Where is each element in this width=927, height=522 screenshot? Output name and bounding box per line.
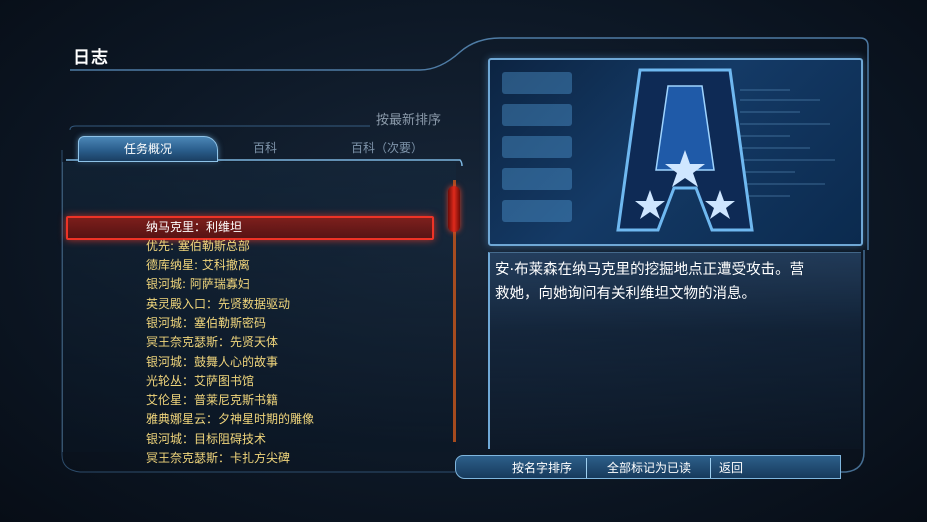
- list-item[interactable]: 光轮丛：艾萨图书馆: [146, 372, 254, 390]
- selection-highlight: [66, 216, 434, 240]
- tab-mission-overview[interactable]: 任务概况: [78, 136, 218, 162]
- list-item[interactable]: 雅典娜星云：夕神星时期的雕像: [146, 410, 314, 428]
- list-item[interactable]: 银河城: 阿萨瑞寡妇: [146, 275, 250, 293]
- list-item[interactable]: 冥王奈克瑟斯：卡扎方尖碑: [146, 449, 290, 467]
- list-item[interactable]: 银河城：目标阻碍技术: [146, 430, 266, 448]
- list-item[interactable]: 银河城：塞伯勒斯密码: [146, 314, 266, 332]
- list-item[interactable]: 艾伦星：普莱尼克斯书籍: [146, 391, 278, 409]
- tab-codex-secondary[interactable]: 百科（次要）: [322, 136, 452, 160]
- mission-description: 安·布莱森在纳马克里的挖掘地点正遭受攻击。营救她，向她询问有关利维坦文物的消息。: [495, 262, 805, 302]
- list-item[interactable]: 英灵殿入口：先贤数据驱动: [146, 295, 290, 313]
- mission-image: [488, 58, 863, 246]
- list-item[interactable]: 冥王奈克瑟斯：先贤天体: [146, 333, 278, 351]
- sort-by-name-button[interactable]: 按名字排序: [500, 459, 584, 477]
- alliance-emblem-icon: [502, 68, 835, 232]
- list-item[interactable]: 纳马克里：利维坦: [146, 218, 242, 236]
- tab-codex[interactable]: 百科: [222, 136, 308, 160]
- back-button[interactable]: 返回: [714, 459, 748, 477]
- mark-all-read-button[interactable]: 全部标记为已读: [590, 459, 708, 477]
- scrollbar-thumb[interactable]: [448, 186, 460, 232]
- divider: [586, 458, 587, 478]
- list-item[interactable]: 德库纳星: 艾科撤离: [146, 256, 250, 274]
- sort-latest-label[interactable]: 按最新排序: [376, 109, 441, 128]
- list-item[interactable]: 银河城：鼓舞人心的故事: [146, 353, 278, 371]
- list-item[interactable]: 优先: 塞伯勒斯总部: [146, 237, 250, 255]
- divider: [710, 458, 711, 478]
- page-title: 日志: [73, 48, 109, 68]
